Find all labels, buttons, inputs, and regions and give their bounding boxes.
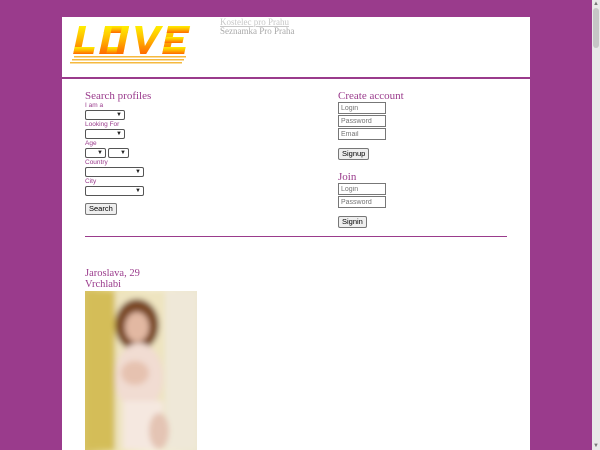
i-am-select[interactable]: ▼ bbox=[85, 110, 125, 120]
site-header: Kostelec pro Prahu Seznamka Pro Praha bbox=[62, 17, 530, 79]
age-label: Age bbox=[85, 140, 97, 147]
country-select[interactable]: ▼ bbox=[85, 167, 144, 177]
chevron-down-icon: ▼ bbox=[120, 150, 126, 156]
create-account-title: Create account bbox=[338, 90, 404, 102]
scroll-up-icon[interactable]: ▲ bbox=[592, 0, 600, 8]
chevron-down-icon: ▼ bbox=[97, 150, 103, 156]
search-button[interactable]: Search bbox=[85, 203, 117, 215]
search-profiles-title: Search profiles bbox=[85, 90, 152, 102]
age-min-select[interactable]: ▼ bbox=[85, 148, 106, 158]
chevron-down-icon: ▼ bbox=[135, 188, 141, 194]
profile-name-age[interactable]: Jaroslava, 29 bbox=[85, 268, 140, 279]
site-logo[interactable] bbox=[70, 22, 192, 71]
city-label: City bbox=[85, 178, 97, 185]
header-links: Kostelec pro Prahu Seznamka Pro Praha bbox=[220, 18, 294, 36]
page-container: Kostelec pro Prahu Seznamka Pro Praha Se… bbox=[62, 17, 530, 450]
profile-photo[interactable] bbox=[85, 291, 197, 450]
signup-login-input[interactable] bbox=[338, 102, 386, 114]
header-link-2[interactable]: Seznamka Pro Praha bbox=[220, 27, 294, 36]
signup-email-input[interactable] bbox=[338, 128, 386, 140]
country-label: Country bbox=[85, 159, 108, 166]
page-scrollbar[interactable]: ▲ ▼ bbox=[592, 0, 600, 450]
age-max-select[interactable]: ▼ bbox=[108, 148, 129, 158]
chevron-down-icon: ▼ bbox=[116, 131, 122, 137]
scroll-down-icon[interactable]: ▼ bbox=[592, 442, 600, 450]
profile-photo-image bbox=[85, 291, 197, 450]
profile-city: Vrchlabi bbox=[85, 279, 122, 290]
signin-password-input[interactable] bbox=[338, 196, 386, 208]
section-divider bbox=[85, 236, 507, 237]
chevron-down-icon: ▼ bbox=[135, 169, 141, 175]
join-title: Join bbox=[338, 171, 357, 183]
looking-for-select[interactable]: ▼ bbox=[85, 129, 125, 139]
signup-password-input[interactable] bbox=[338, 115, 386, 127]
city-select[interactable]: ▼ bbox=[85, 186, 144, 196]
age-range: ▼ ▼ bbox=[85, 148, 205, 158]
signup-button[interactable]: Signup bbox=[338, 148, 370, 160]
looking-for-label: Looking For bbox=[85, 121, 120, 128]
chevron-down-icon: ▼ bbox=[116, 112, 122, 118]
account-section: Create account Signup Join Signin bbox=[338, 90, 458, 229]
scrollbar-thumb[interactable] bbox=[593, 8, 599, 48]
i-am-label: I am a bbox=[85, 102, 104, 109]
signin-login-input[interactable] bbox=[338, 183, 386, 195]
signin-button[interactable]: Signin bbox=[338, 216, 367, 228]
search-profiles-section: Search profiles I am a ▼ Looking For ▼ A… bbox=[85, 90, 205, 216]
love-logo-graphic bbox=[70, 26, 191, 64]
